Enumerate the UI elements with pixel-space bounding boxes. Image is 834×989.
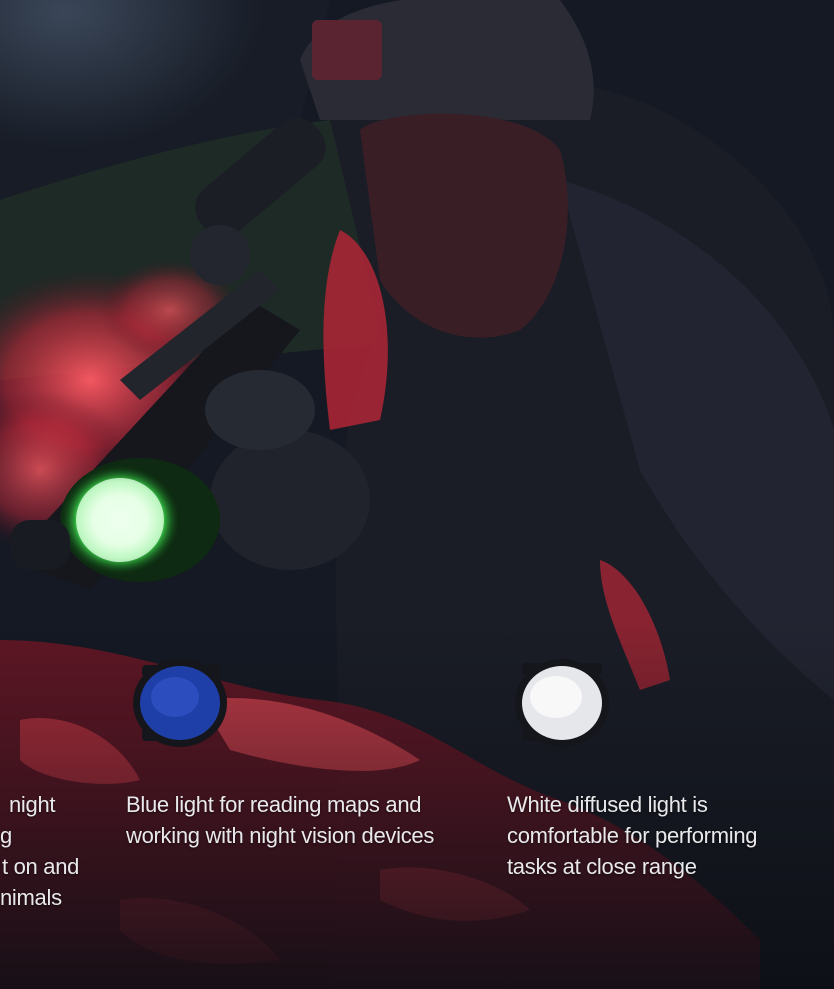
caption-line: t on and: [2, 854, 80, 879]
white-filter-caption: White diffused light is comfortable for …: [507, 789, 758, 882]
caption-line: Blue light for reading maps and: [126, 792, 422, 817]
caption-line: White diffused light is: [507, 792, 708, 817]
caption-line: comfortable for performing: [507, 823, 758, 848]
caption-line: g: [0, 823, 12, 848]
caption-line: tasks at close range: [507, 854, 697, 879]
blue-filter-icon: [133, 659, 227, 747]
caption-line: nimals: [0, 885, 62, 910]
caption-line: working with night vision devices: [126, 823, 435, 848]
white-filter-icon: [515, 659, 609, 747]
red-filter-caption: night g t on and nimals: [0, 789, 120, 913]
caption-line: night: [9, 792, 56, 817]
blue-filter-caption: Blue light for reading maps and working …: [126, 789, 434, 851]
